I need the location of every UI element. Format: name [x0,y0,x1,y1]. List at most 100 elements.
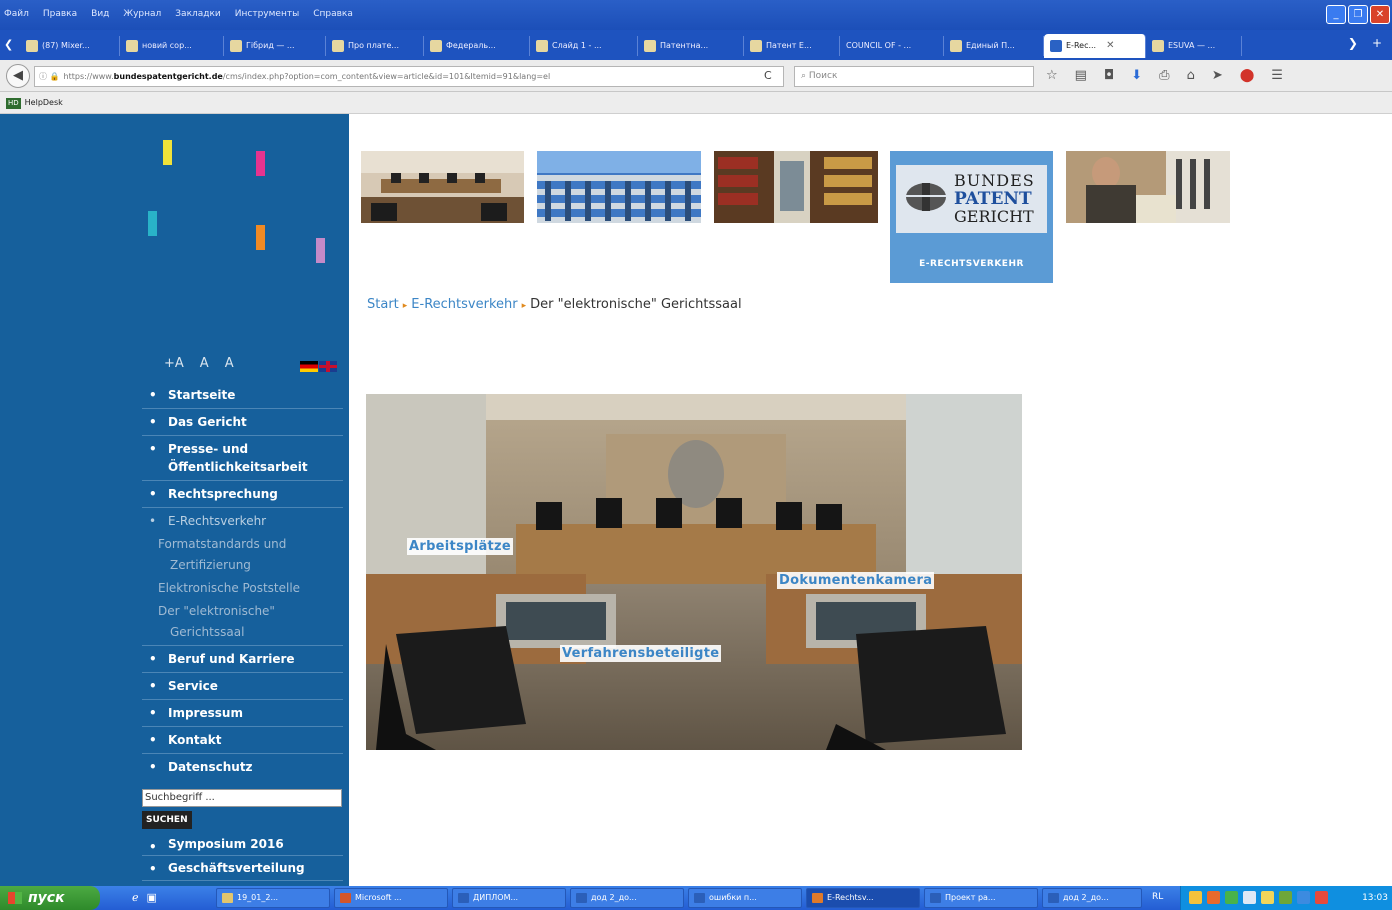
info-icon[interactable]: ⓘ [39,72,47,81]
start-button[interactable]: пуск [0,886,100,910]
nav-item-kontakt[interactable]: Kontakt [142,727,343,754]
tab-strip: ❮ (87) Mixer... новий сор... Гібрид — ..… [0,30,1392,60]
menu-history[interactable]: Журнал [123,9,161,19]
send-icon[interactable]: ➤ [1212,68,1223,83]
site-search-button[interactable]: SUCHEN [142,811,192,829]
uk-flag-icon[interactable] [319,361,337,372]
new-tab-icon[interactable]: + [1372,36,1382,50]
search-icon: ⌕ [801,71,809,81]
nav-item-startseite[interactable]: Startseite [142,382,343,409]
menu-list: Файл Правка Вид Журнал Закладки Инструме… [4,9,353,19]
nav-item-beruf[interactable]: Beruf und Karriere [142,646,343,673]
url-bar[interactable]: ⓘ 🔒 https://www.bundespatentgericht.de/cm… [34,66,784,87]
search-bar[interactable]: ⌕ Поиск [794,66,1034,87]
tray-app-icon[interactable] [1261,891,1274,904]
menu-file[interactable]: Файл [4,9,29,19]
tab[interactable]: Федераль... [424,36,530,56]
font-size-controls: +A A A [164,356,234,371]
breadcrumb-start[interactable]: Start [367,297,399,312]
tray-app-icon[interactable] [1189,891,1202,904]
site-search-input[interactable]: Suchbegriff ... [142,789,342,807]
download-icon[interactable]: ⬇ [1131,68,1142,83]
tray-app-icon[interactable] [1315,891,1328,904]
tab[interactable]: Про плате... [326,36,424,56]
tab[interactable]: Единый П... [944,36,1044,56]
menu-bookmarks[interactable]: Закладки [175,9,221,19]
subnav-formatstandards[interactable]: Formatstandards und Zertifizierung [142,534,343,578]
breadcrumb-section[interactable]: E-Rechtsverkehr [411,297,517,312]
tab[interactable]: Патентна... [638,36,744,56]
reload-icon[interactable]: C [764,69,772,82]
firefox-icon [812,893,823,903]
tab[interactable]: (87) Mixer... [20,36,120,56]
font-size-increase[interactable]: +A [164,356,184,371]
logo-word-gericht: GERICHT [954,207,1034,226]
tab[interactable]: Патент E... [744,36,840,56]
bookmark-star-icon[interactable]: ☆ [1046,68,1058,83]
tray-app-icon[interactable] [1225,891,1238,904]
hamburger-menu-icon[interactable]: ☰ [1271,68,1283,83]
german-flag-icon[interactable] [300,361,318,372]
tab[interactable]: ESUVA — ... [1146,36,1242,56]
nav-item-presse[interactable]: Presse- und Öffentlichkeitsarbeit [142,436,343,481]
word-icon [458,893,469,903]
menu-edit[interactable]: Правка [43,9,77,19]
close-tab-icon[interactable]: ✕ [1106,36,1114,56]
nav-item-datenschutz[interactable]: Datenschutz [142,754,343,780]
subnav-poststelle[interactable]: Elektronische Poststelle [142,578,343,601]
tray-app-icon[interactable] [1207,891,1220,904]
tab-scroll-left-icon[interactable]: ❮ [4,38,13,51]
pocket-icon[interactable]: ◘ [1104,68,1114,83]
building-photo [537,151,701,223]
adblock-icon[interactable]: ⬤ [1240,68,1255,83]
task-button[interactable]: Проект ра... [924,888,1038,908]
bookmark-helpdesk[interactable]: HelpDesk [25,98,63,107]
task-button[interactable]: дод 2_до... [570,888,684,908]
print-icon[interactable]: ⎙ [1159,68,1169,83]
ie-icon[interactable]: ℯ [132,891,139,904]
minimize-button[interactable]: _ [1326,5,1346,24]
favicon-icon [536,40,548,52]
font-size-normal[interactable]: A [200,356,209,371]
close-window-button[interactable]: ✕ [1370,5,1390,24]
favicon-icon [26,40,38,52]
task-button[interactable]: 19_01_2... [216,888,330,908]
desktop-icon[interactable]: ▣ [147,891,157,904]
nav-item-e-rechtsverkehr[interactable]: E-Rechtsverkehr [142,508,343,534]
task-button-active[interactable]: E-Rechtsv... [806,888,920,908]
menu-view[interactable]: Вид [91,9,109,19]
menu-tools[interactable]: Инструменты [235,9,299,19]
task-button[interactable]: дод 2_до... [1042,888,1142,908]
tab-list: (87) Mixer... новий сор... Гібрид — ... … [20,34,1242,58]
tab-active[interactable]: E-Rec... ✕ [1044,34,1146,58]
back-button[interactable]: ◀ [6,64,30,88]
font-size-decrease[interactable]: A [225,356,234,371]
breadcrumb: Start ▸ E-Rechtsverkehr ▸ Der "elektronische… [367,297,742,312]
tray-app-icon[interactable] [1279,891,1292,904]
language-indicator[interactable]: RL [1152,892,1163,902]
library-icon[interactable]: ▤ [1075,68,1087,83]
tab[interactable]: Гібрид — ... [224,36,326,56]
favicon-icon [644,40,656,52]
nav-item-das-gericht[interactable]: Das Gericht [142,409,343,436]
tray-app-icon[interactable] [1243,891,1256,904]
menu-help[interactable]: Справка [313,9,353,19]
court-logo[interactable]: BUNDES PATENT GERICHT E-RECHTSVERKEHR [890,151,1053,283]
nav-item-impressum[interactable]: Impressum [142,700,343,727]
maximize-button[interactable]: ❐ [1348,5,1368,24]
home-icon[interactable]: ⌂ [1187,68,1195,83]
subnav-gerichtssaal[interactable]: Der "elektronische" Gerichtssaal [142,601,343,646]
tab[interactable]: COUNCIL OF - ... [840,36,944,56]
tray-app-icon[interactable] [1297,891,1310,904]
task-button[interactable]: Microsoft ... [334,888,448,908]
main-nav: Startseite Das Gericht Presse- und Öffen… [142,382,343,780]
task-button[interactable]: ошибки п... [688,888,802,908]
tab[interactable]: Слайд 1 - ... [530,36,638,56]
nav-item-service[interactable]: Service [142,673,343,700]
nav-item-symposium[interactable]: Symposium 2016 [142,834,343,856]
task-button[interactable]: ДИПЛОМ... [452,888,566,908]
tab[interactable]: новий сор... [120,36,224,56]
nav-item-rechtsprechung[interactable]: Rechtsprechung [142,481,343,508]
tab-scroll-right-icon[interactable]: ❯ [1348,36,1358,50]
nav-item-geschaeftsverteilung[interactable]: Geschäftsverteilung [142,856,343,881]
